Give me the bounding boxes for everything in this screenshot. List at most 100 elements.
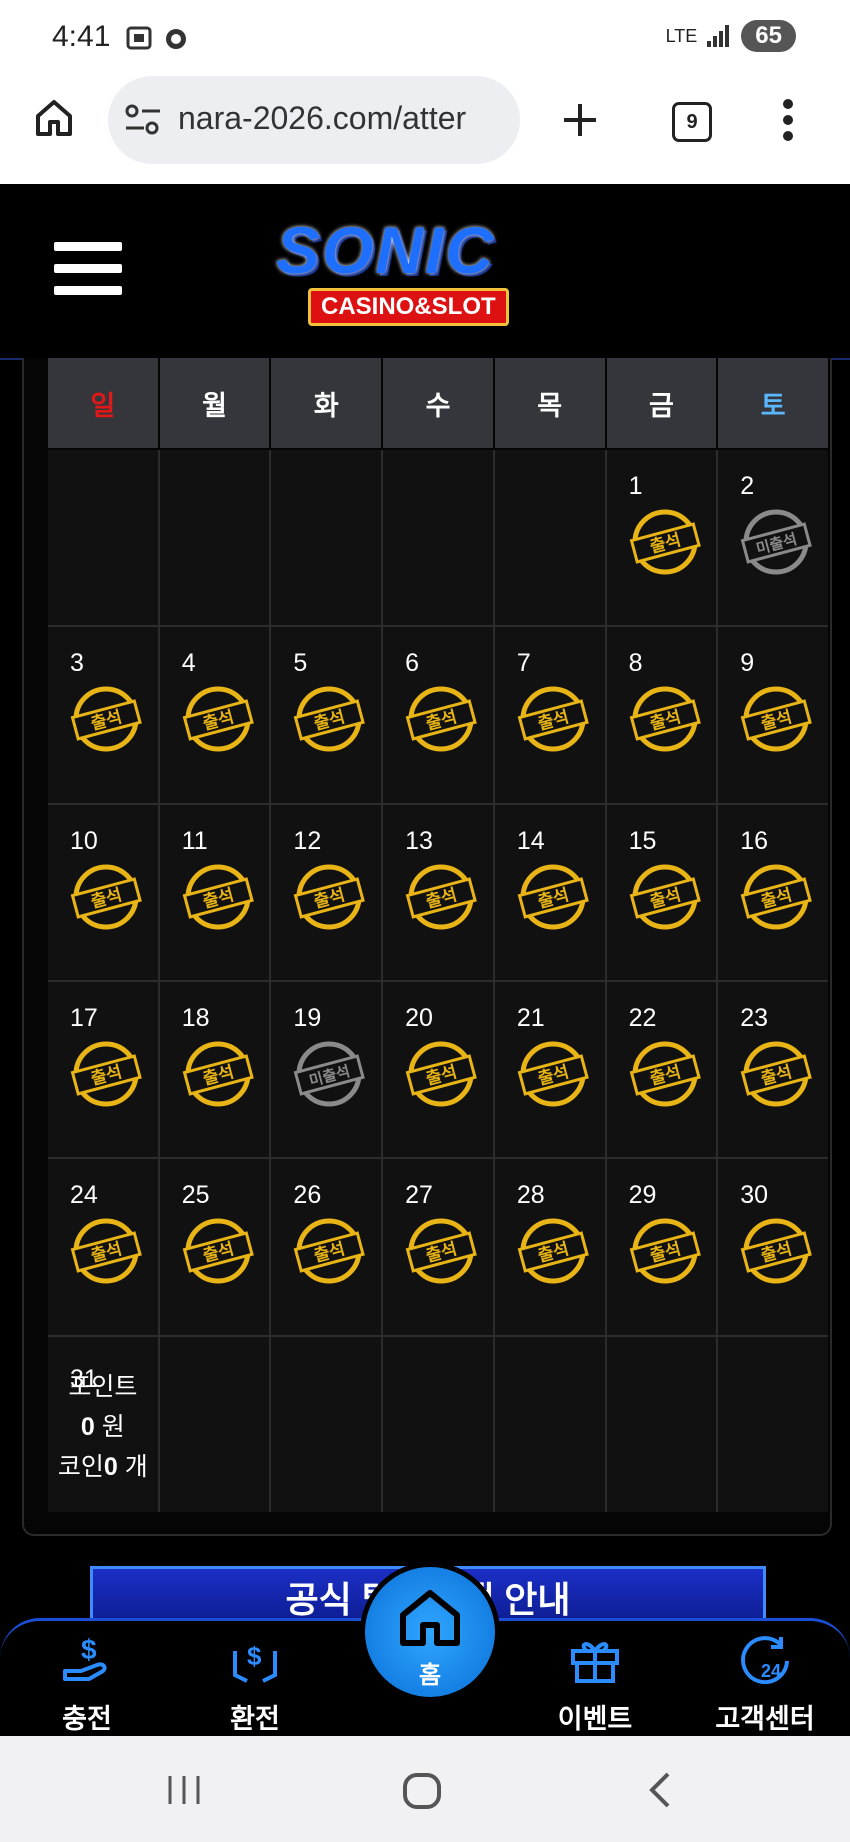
calendar-day-cell: 17 출석 — [48, 981, 158, 1158]
day-number: 7 — [516, 649, 531, 678]
calendar-day-cell: 1 출석 — [606, 450, 717, 626]
attended-stamp-icon: 출석 — [405, 1041, 477, 1107]
network-label: LTE — [665, 25, 698, 46]
calendar-day-cell: 5 출석 — [271, 627, 382, 803]
day-number: 31 — [70, 1364, 98, 1393]
calendar-day-cell: 30 출석 — [718, 1159, 828, 1335]
day-number: 21 — [516, 1003, 545, 1032]
calendar-day-cell: 26 출석 — [271, 1159, 382, 1335]
nav-deposit[interactable]: $ 충전 — [22, 1631, 152, 1736]
back-icon[interactable] — [648, 1770, 672, 1810]
system-nav-bar — [0, 1736, 850, 1842]
attended-stamp-icon: 출석 — [294, 864, 366, 930]
svg-text:$: $ — [81, 1634, 97, 1665]
home-icon[interactable] — [34, 98, 74, 138]
attended-stamp-icon: 출석 — [517, 864, 589, 930]
nav-withdraw[interactable]: $ 환전 — [190, 1631, 320, 1736]
day-number: 1 — [628, 472, 643, 500]
calendar-day-cell: 28 출석 — [494, 1159, 605, 1335]
attended-stamp-icon: 출석 — [629, 1041, 701, 1107]
calendar-day-cell: 18 출석 — [159, 981, 270, 1158]
calendar-grid: 1 출석 2 미출석 3 출석 4 출석 5 출석 6 출석 7 출석 8 출석 9 출석 10 출석 11 출석 12 출석… — [48, 450, 828, 1512]
url-field[interactable]: nara-2026.com/atter — [108, 76, 520, 164]
calendar-day-cell: 31 포인트 0 원 코인0 개 — [48, 1336, 158, 1512]
calendar-day-cell — [494, 450, 605, 626]
tab-switcher-button[interactable]: 9 — [672, 102, 712, 142]
day-number: 5 — [293, 649, 308, 678]
calendar-day-cell — [271, 450, 382, 626]
menu-icon[interactable] — [54, 242, 122, 302]
attended-stamp-icon: 출석 — [629, 864, 701, 930]
calendar-day-cell — [48, 450, 158, 626]
calendar-day-cell: 2 미출석 — [718, 450, 828, 626]
recent-apps-icon[interactable] — [166, 1774, 202, 1806]
gift-icon — [571, 1642, 619, 1683]
nav-withdraw-label: 환전 — [230, 1704, 280, 1734]
home-button-icon[interactable] — [402, 1772, 442, 1810]
calendar-day-cell: 15 출석 — [606, 804, 717, 980]
attended-stamp-icon: 출석 — [70, 686, 142, 752]
attended-stamp-icon: 출석 — [294, 1218, 366, 1284]
calendar-day-cell: 25 출석 — [159, 1159, 270, 1335]
status-right: LTE 65 — [666, 20, 796, 52]
calendar-day-cell: 13 출석 — [383, 804, 493, 980]
day-number: 9 — [740, 649, 755, 678]
support-24h-icon: 24 — [741, 1636, 789, 1685]
logo-sub-text: CASINO&SLOT — [308, 288, 509, 326]
day-number: 15 — [628, 826, 657, 855]
nav-home[interactable]: 홈 — [360, 1562, 500, 1702]
attended-stamp-icon: 출석 — [405, 686, 477, 752]
day-number: 10 — [70, 826, 98, 855]
calendar-day-cell: 10 출석 — [48, 804, 158, 980]
nav-support[interactable]: 24 고객센터 — [700, 1631, 830, 1736]
logo-main-text: SONIC — [276, 213, 496, 287]
attended-stamp-icon: 출석 — [182, 1041, 254, 1107]
attended-stamp-icon: 출석 — [517, 686, 589, 752]
day-number: 23 — [740, 1003, 769, 1032]
attended-stamp-icon: 출석 — [70, 864, 142, 930]
attended-stamp-icon: 출석 — [182, 864, 254, 930]
nav-event[interactable]: 이벤트 — [530, 1631, 660, 1736]
attended-stamp-icon: 출석 — [740, 1041, 813, 1107]
attended-stamp-icon: 출석 — [517, 1041, 589, 1107]
calendar-day-cell: 4 출석 — [159, 627, 270, 803]
attended-stamp-icon: 출석 — [405, 864, 477, 930]
new-tab-icon[interactable] — [560, 100, 600, 140]
nav-event-label: 이벤트 — [557, 1704, 633, 1734]
calendar-day-cell: 9 출석 — [718, 627, 828, 803]
day-number: 14 — [516, 826, 545, 855]
day-number: 4 — [181, 649, 196, 678]
nav-home-label: 홈 — [418, 1662, 442, 1689]
calendar-day-cell: 20 출석 — [383, 981, 493, 1158]
attended-stamp-icon: 출석 — [70, 1218, 142, 1284]
attended-stamp-icon: 출석 — [70, 1041, 142, 1107]
day-number: 3 — [70, 649, 84, 678]
calendar-day-cell: 11 출석 — [159, 804, 270, 980]
day-number: 30 — [740, 1181, 769, 1210]
calendar-day-cell: 21 출석 — [494, 981, 605, 1158]
day-number: 28 — [516, 1181, 545, 1210]
weekday-tue: 화 — [271, 358, 382, 448]
coins-unit: 개 — [124, 1452, 148, 1481]
status-bar: 4:41 LTE 65 — [0, 0, 850, 76]
calendar-day-cell — [718, 1336, 828, 1512]
calendar-day-cell — [271, 1336, 382, 1512]
attended-stamp-icon: 출석 — [740, 864, 813, 930]
notification-icons — [126, 26, 186, 50]
calendar-day-cell — [383, 450, 493, 626]
weekday-sun: 일 — [48, 358, 158, 448]
weekday-fri: 금 — [606, 358, 717, 448]
day-number: 11 — [181, 826, 208, 855]
coins-value: 0 — [103, 1452, 118, 1481]
calendar-day-cell: 23 출석 — [718, 981, 828, 1158]
more-menu-icon[interactable] — [782, 98, 794, 142]
site-logo[interactable]: SONIC CASINO&SLOT — [256, 212, 596, 332]
day-number: 19 — [293, 1003, 322, 1032]
day-number: 16 — [740, 826, 769, 855]
site-settings-icon[interactable] — [124, 102, 162, 138]
calendar-day-cell: 7 출석 — [494, 627, 605, 803]
calendar-day-cell — [383, 1336, 493, 1512]
url-text: nara-2026.com/atter — [178, 100, 467, 136]
calendar-day-cell: 16 출석 — [718, 804, 828, 980]
calendar-day-cell: 8 출석 — [606, 627, 717, 803]
